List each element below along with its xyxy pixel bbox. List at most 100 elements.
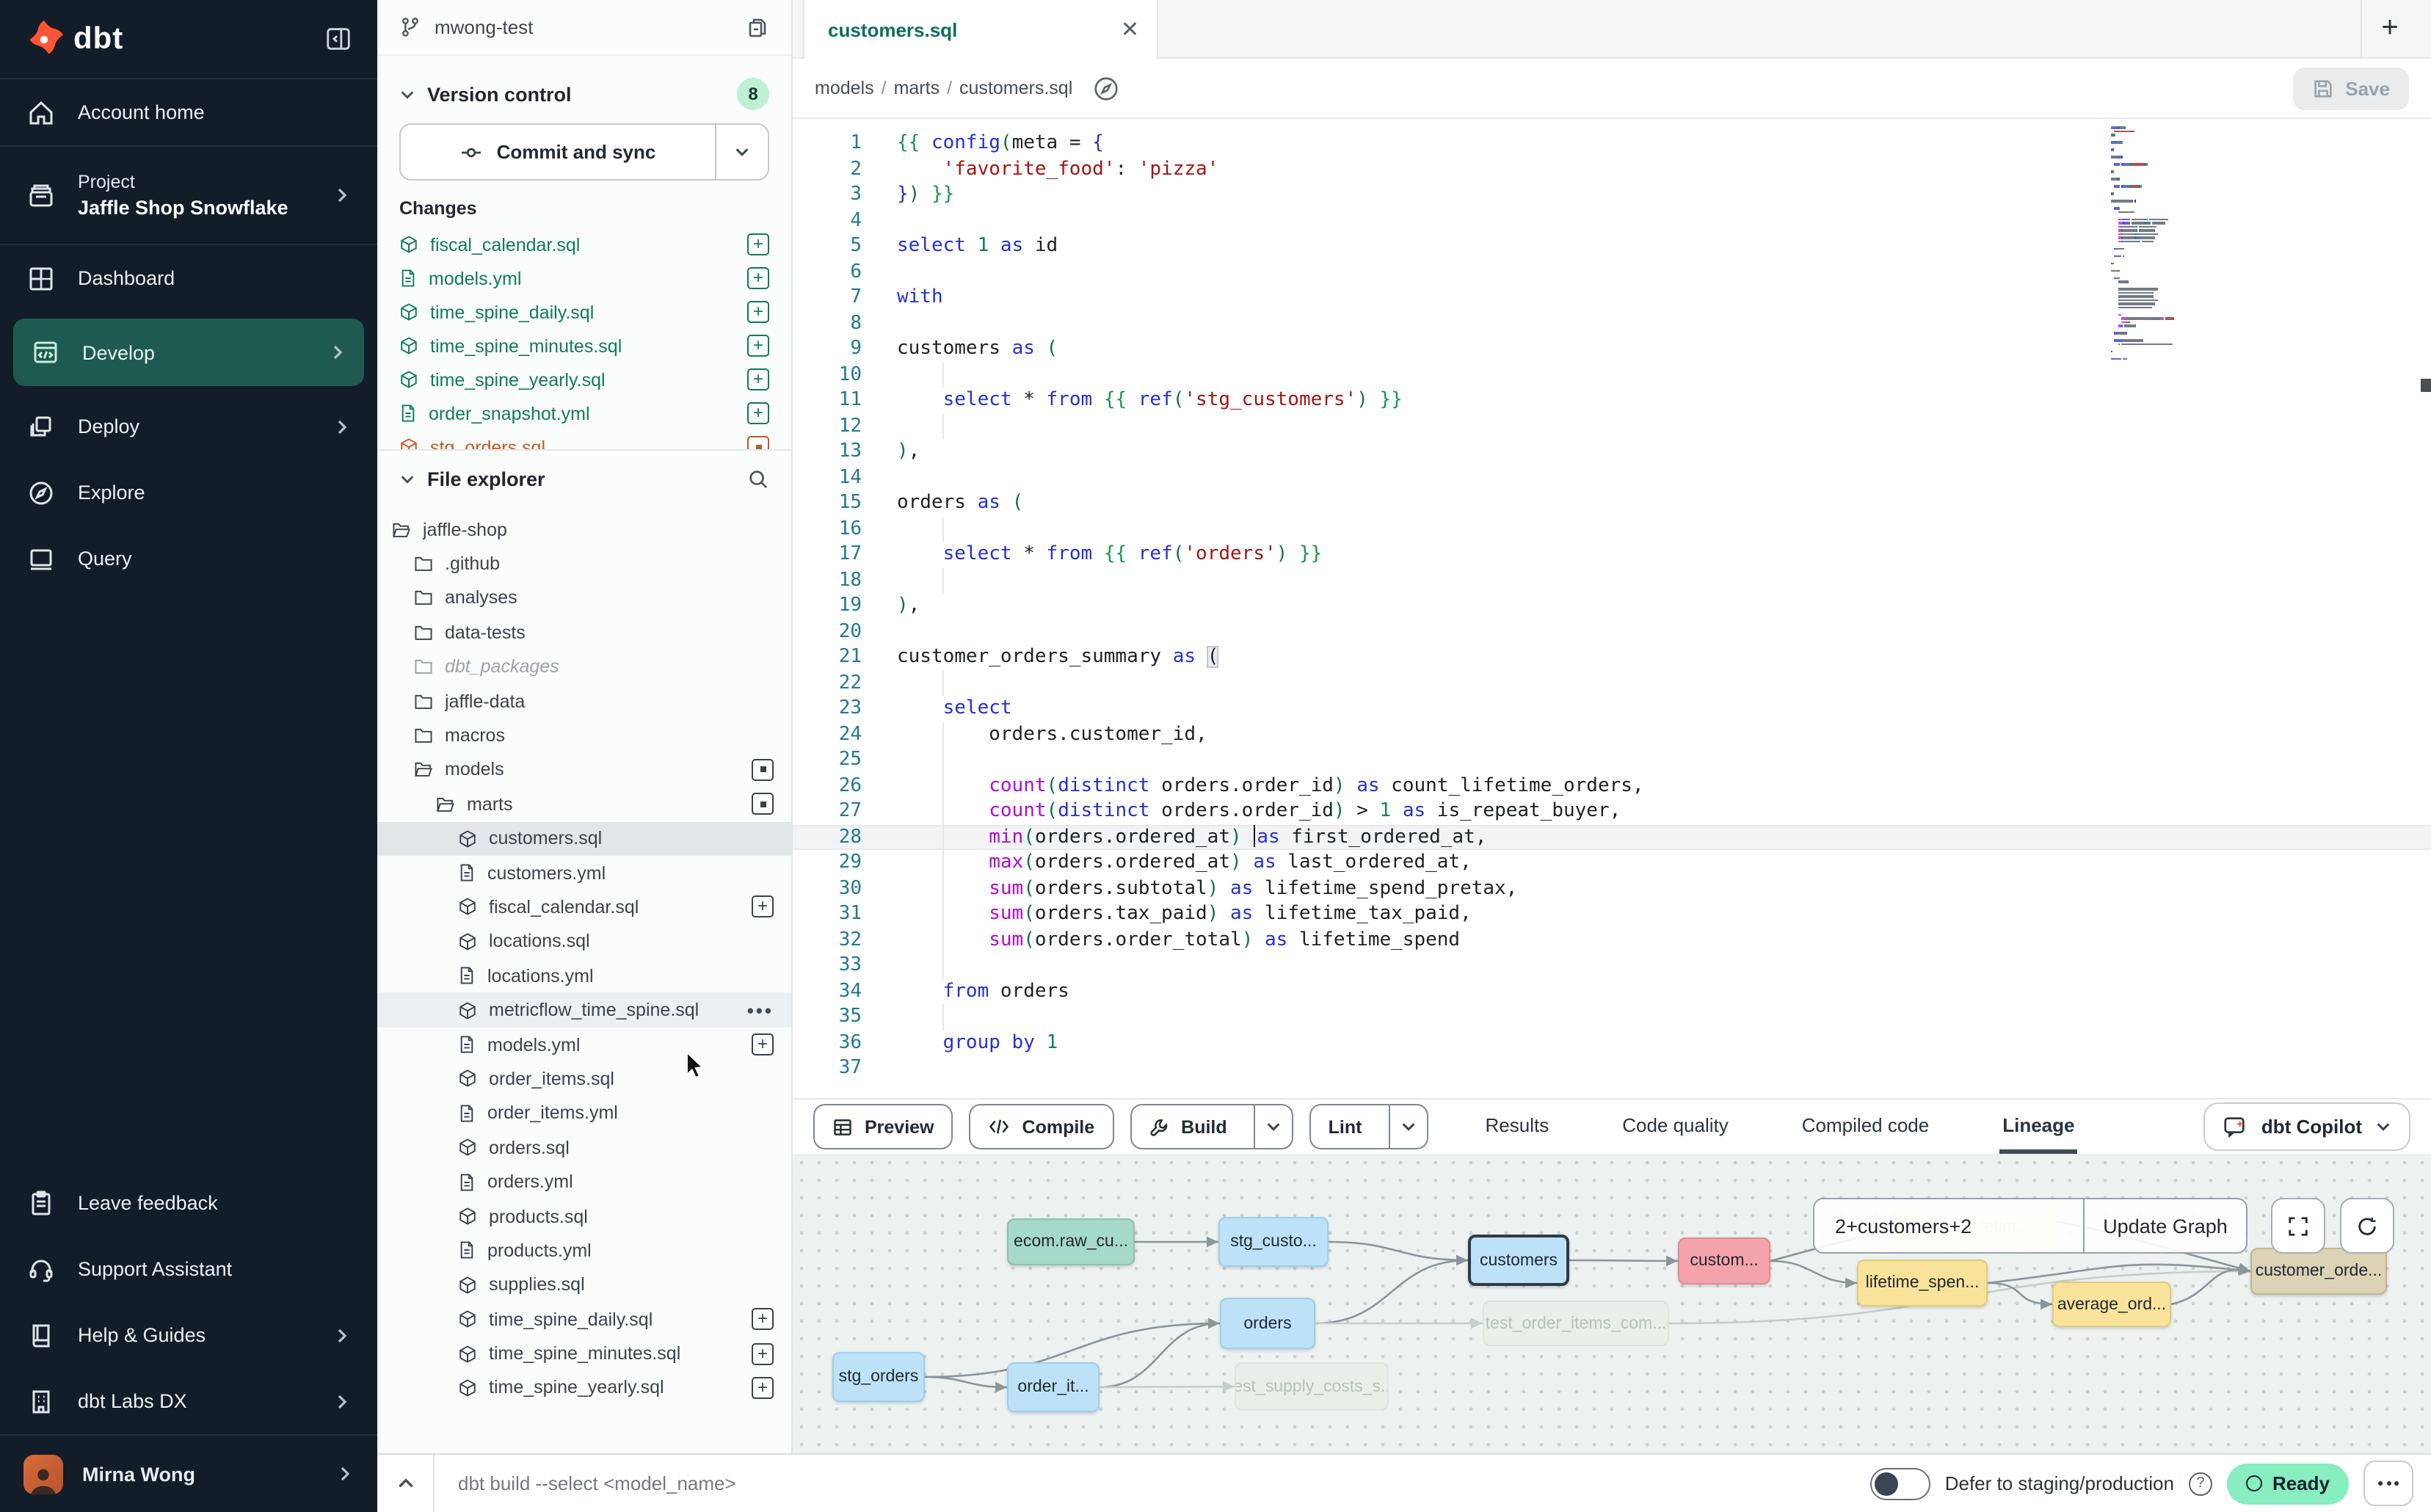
stage-file-icon[interactable] xyxy=(752,1033,774,1055)
sidebar-item-account-home[interactable]: Account home xyxy=(0,79,377,145)
close-icon[interactable]: ✕ xyxy=(1121,16,1139,43)
change-row[interactable]: stg_orders.sql xyxy=(399,430,769,449)
stage-file-icon[interactable] xyxy=(747,335,769,357)
change-row[interactable]: time_spine_minutes.sql xyxy=(399,329,769,363)
change-row[interactable]: fiscal_calendar.sql xyxy=(399,228,769,261)
stage-file-icon[interactable] xyxy=(747,267,769,289)
file-tree-item-order-items-sql[interactable]: order_items.sql xyxy=(377,1062,791,1097)
build-options-caret[interactable] xyxy=(1254,1105,1292,1148)
lint-options-caret[interactable] xyxy=(1389,1105,1427,1148)
stage-file-icon[interactable] xyxy=(752,1308,774,1330)
build-button[interactable]: Build xyxy=(1130,1104,1293,1149)
file-tree-item-models-yml[interactable]: models.yml xyxy=(377,1028,791,1062)
result-tab-lineage[interactable]: Lineage xyxy=(1999,1100,2077,1154)
file-tree-item-orders-sql[interactable]: orders.sql xyxy=(377,1130,791,1165)
lineage-node-oitems[interactable]: order_it... xyxy=(1007,1362,1100,1412)
minimap[interactable] xyxy=(2111,126,2237,361)
file-tree-item-data-tests[interactable]: data-tests xyxy=(377,615,791,650)
lineage-node-corde[interactable]: customer_orde... xyxy=(2250,1248,2387,1295)
stage-file-icon[interactable] xyxy=(747,301,769,323)
file-tree-item-orders-yml[interactable]: orders.yml xyxy=(377,1165,791,1199)
help-icon[interactable]: ? xyxy=(2189,1472,2212,1495)
result-tab-compiled-code[interactable]: Compiled code xyxy=(1799,1100,1932,1154)
file-tree-item-marts[interactable]: marts xyxy=(377,787,791,821)
sidebar-item-dbt-labs-dx[interactable]: dbt Labs DX xyxy=(0,1368,377,1434)
file-tree-item-supplies-sql[interactable]: supplies.sql xyxy=(377,1268,791,1302)
stage-file-icon[interactable] xyxy=(747,402,769,424)
search-icon[interactable] xyxy=(747,468,769,490)
lineage-node-life[interactable]: lifetime_spen... xyxy=(1857,1260,1988,1306)
fullscreen-button[interactable] xyxy=(2271,1198,2325,1254)
result-tab-code-quality[interactable]: Code quality xyxy=(1619,1100,1732,1154)
change-row[interactable]: time_spine_daily.sql xyxy=(399,295,769,329)
row-more-icon[interactable]: ••• xyxy=(747,999,774,1021)
file-tree-item-metricflow-time-spine-sql[interactable]: metricflow_time_spine.sql••• xyxy=(377,993,791,1028)
code-editor[interactable]: 1234567891011121314151617181920212223242… xyxy=(793,119,2431,1098)
modified-badge-icon[interactable] xyxy=(752,793,774,815)
file-tree-item-time-spine-yearly-sql[interactable]: time_spine_yearly.sql xyxy=(377,1371,791,1406)
breadcrumb-models[interactable]: models xyxy=(815,78,874,98)
save-button[interactable]: Save xyxy=(2292,67,2409,109)
modified-badge-icon[interactable] xyxy=(752,759,774,781)
file-tree-item-locations-sql[interactable]: locations.sql xyxy=(377,924,791,959)
sidebar-item-explore[interactable]: Explore xyxy=(0,459,377,526)
compile-button[interactable]: Compile xyxy=(970,1104,1114,1149)
refresh-icon[interactable] xyxy=(2340,1198,2394,1254)
lineage-node-ecom[interactable]: ecom.raw_cu... xyxy=(1007,1218,1135,1265)
lineage-node-custp[interactable]: custom... xyxy=(1678,1237,1770,1284)
stage-file-icon[interactable] xyxy=(747,368,769,390)
stage-file-icon[interactable] xyxy=(747,233,769,255)
stage-file-icon[interactable] xyxy=(752,1342,774,1364)
change-row[interactable]: time_spine_yearly.sql xyxy=(399,363,769,396)
file-tree-item-analyses[interactable]: analyses xyxy=(377,581,791,616)
modified-badge-icon[interactable] xyxy=(747,436,769,449)
lineage-node-avg[interactable]: average_ord... xyxy=(2052,1282,2171,1327)
defer-toggle[interactable] xyxy=(1870,1467,1930,1500)
update-graph-button[interactable]: Update Graph xyxy=(2083,1199,2246,1252)
sidebar-item-project[interactable]: Project Jaffle Shop Snowflake xyxy=(0,147,377,244)
breadcrumb-file[interactable]: customers.sql xyxy=(959,78,1072,98)
result-tab-results[interactable]: Results xyxy=(1483,1100,1552,1154)
commit-options-caret[interactable] xyxy=(715,125,768,179)
sidebar-item-leave-feedback[interactable]: Leave feedback xyxy=(0,1170,377,1236)
new-tab-button[interactable]: + xyxy=(2361,0,2419,57)
file-tree-item-products-yml[interactable]: products.yml xyxy=(377,1233,791,1268)
tab-customers-sql[interactable]: customers.sql ✕ xyxy=(803,0,1158,59)
expand-panel-icon[interactable] xyxy=(377,1474,433,1493)
file-tree-item-jaffle-shop[interactable]: jaffle-shop xyxy=(377,512,791,547)
breadcrumb-marts[interactable]: marts xyxy=(894,78,940,98)
more-options-button[interactable] xyxy=(2363,1461,2413,1506)
file-tree-item-dbt-packages[interactable]: dbt_packages xyxy=(377,650,791,684)
copy-icon[interactable] xyxy=(746,15,769,39)
chevron-down-icon[interactable] xyxy=(399,86,415,102)
stage-file-icon[interactable] xyxy=(752,1377,774,1399)
command-input[interactable]: dbt build --select <model_name> xyxy=(458,1472,736,1494)
file-tree-item-models[interactable]: models xyxy=(377,752,791,787)
file-tree-item-locations-yml[interactable]: locations.yml xyxy=(377,959,791,993)
collapse-sidebar-icon[interactable] xyxy=(324,25,352,53)
commit-and-sync-button[interactable]: Commit and sync xyxy=(399,123,769,181)
lineage-node-stgc[interactable]: stg_custo... xyxy=(1218,1217,1329,1267)
change-row[interactable]: models.yml xyxy=(399,261,769,295)
file-tree-item-fiscal-calendar-sql[interactable]: fiscal_calendar.sql xyxy=(377,890,791,925)
file-tree-item-jaffle-data[interactable]: jaffle-data xyxy=(377,684,791,719)
file-tree-item-time-spine-daily-sql[interactable]: time_spine_daily.sql xyxy=(377,1302,791,1337)
sidebar-item-support-assistant[interactable]: Support Assistant xyxy=(0,1236,377,1302)
file-tree-item-time-spine-minutes-sql[interactable]: time_spine_minutes.sql xyxy=(377,1337,791,1371)
stage-file-icon[interactable] xyxy=(752,896,774,918)
sidebar-item-deploy[interactable]: Deploy xyxy=(0,393,377,459)
scrollbar-marker[interactable] xyxy=(2421,379,2431,392)
file-tree-item-customers-yml[interactable]: customers.yml xyxy=(377,856,791,890)
sidebar-item-query[interactable]: Query xyxy=(0,526,377,592)
sidebar-item-develop[interactable]: Develop xyxy=(13,319,364,386)
user-menu[interactable]: Mirna Wong xyxy=(0,1436,377,1512)
file-tree-item-order-items-yml[interactable]: order_items.yml xyxy=(377,1096,791,1130)
file-tree-item-customers-sql[interactable]: customers.sql xyxy=(377,821,791,856)
chevron-down-icon[interactable] xyxy=(399,470,415,487)
file-tree-item--github[interactable]: .github xyxy=(377,547,791,581)
lineage-node-orders[interactable]: orders xyxy=(1220,1298,1315,1349)
change-row[interactable]: order_snapshot.yml xyxy=(399,396,769,430)
lint-button[interactable]: Lint xyxy=(1309,1104,1428,1149)
file-tree-item-products-sql[interactable]: products.sql xyxy=(377,1199,791,1234)
sidebar-item-help-guides[interactable]: Help & Guides xyxy=(0,1302,377,1368)
